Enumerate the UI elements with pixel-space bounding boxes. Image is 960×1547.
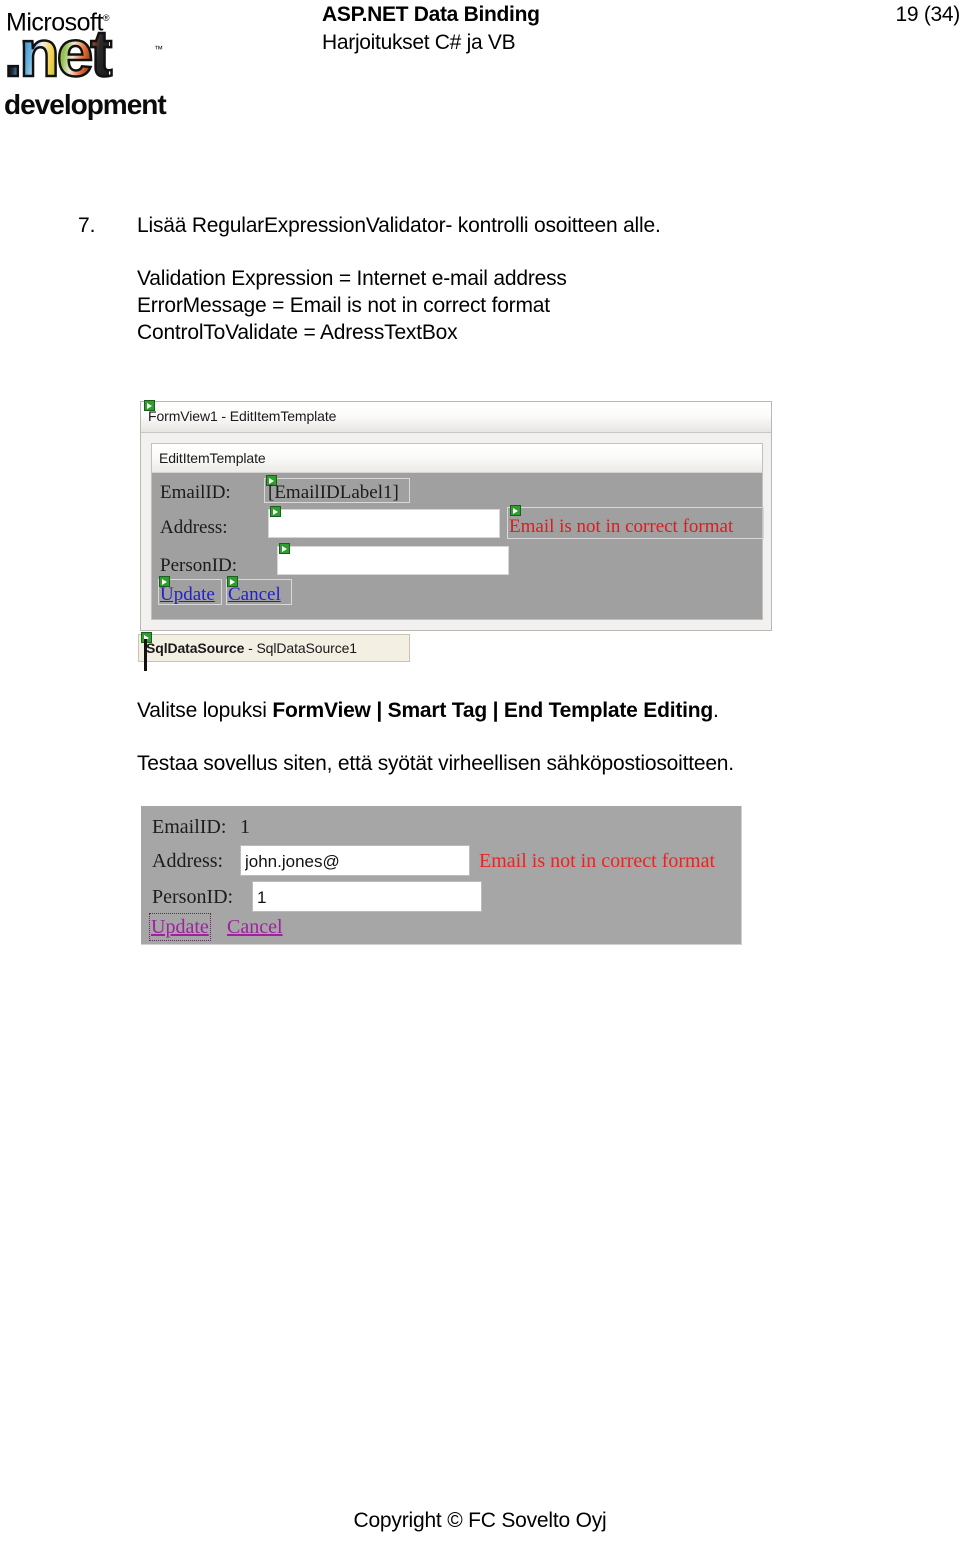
emailid-label-control: [EmailIDLabel1] [268,482,399,503]
logo-dotnet-tm-icon: ™ [154,44,163,54]
visual-studio-designer-screenshot: FormView1 - EditItemTemplate EditItemTem… [140,400,772,631]
browser-personid-input[interactable] [252,881,482,912]
smart-tag-icon[interactable] [270,506,281,517]
designer-row-personid: PersonID: [158,543,762,579]
property-settings-block: Validation Expression = Internet e-mail … [137,265,567,346]
paragraph-finish-template-editing: Valitse lopuksi FormView | Smart Tag | E… [137,697,719,725]
designer-row-commands: Update Cancel [158,576,762,609]
sqldatasource-type: SqlDataSource [146,640,245,656]
step-text: Lisää RegularExpressionValidator- kontro… [137,214,661,237]
emailid-label: EmailID: [160,482,231,503]
update-link[interactable]: Update [160,584,215,606]
browser-address-label: Address: [152,850,224,872]
document-subtitle: Harjoitukset C# ja VB [322,31,516,54]
designer-row-emailid: EmailID: [EmailIDLabel1] [158,475,762,507]
paragraph-finish-menu-path: FormView | Smart Tag | End Template Edit… [272,699,714,722]
personid-textbox[interactable] [277,546,509,575]
sqldatasource-label: SqlDataSource - SqlDataSource1 [146,638,357,658]
formview-panel-header: FormView1 - EditItemTemplate [141,400,771,433]
browser-emailid-label: EmailID: [152,816,227,838]
edit-item-template-title: EditItemTemplate [159,450,266,466]
formview-panel-title: FormView1 - EditItemTemplate [148,408,337,424]
logo-dotnet-mark: .net .net ™ [3,19,172,88]
edit-item-template-panel: EditItemTemplate EmailID: [EmailIDLabel1… [151,443,764,620]
paragraph-test-application: Testaa sovellus siten, että syötät virhe… [137,752,734,775]
browser-update-link[interactable]: Update [149,913,211,941]
address-textbox[interactable] [268,509,500,538]
property-line-validation-expression: Validation Expression = Internet e-mail … [137,267,567,290]
browser-error-message: Email is not in correct format [479,850,716,872]
address-label: Address: [160,517,228,538]
microsoft-dotnet-development-logo: Microsoft® .net .net ™ development [3,4,174,122]
document-title: ASP.NET Data Binding [322,3,540,26]
personid-label: PersonID: [160,555,238,576]
sqldatasource-designer-bar[interactable]: SqlDataSource - SqlDataSource1 [138,632,410,671]
browser-cancel-link[interactable]: Cancel [227,915,283,939]
paragraph-finish-prefix: Valitse lopuksi [137,699,273,722]
cancel-link[interactable]: Cancel [228,584,281,606]
page-number: 19 (34) [895,3,960,26]
edit-item-template-header: EditItemTemplate [152,444,762,473]
browser-personid-label: PersonID: [152,886,234,908]
property-line-error-message: ErrorMessage = Email is not in correct f… [137,294,550,317]
footer-copyright: Copyright © FC Sovelto Oyj [353,1509,607,1532]
designer-row-address: Address: Email is not in correct format [158,505,764,543]
browser-address-input[interactable] [240,845,470,876]
smart-tag-icon[interactable] [279,543,290,554]
page-header: Microsoft® .net .net ™ development ASP.N… [0,0,960,130]
property-line-control-to-validate: ControlToValidate = AdressTextBox [137,321,458,344]
template-design-surface: EmailID: [EmailIDLabel1] Address: Email … [152,473,764,619]
browser-emailid-value: 1 [240,816,250,838]
sqldatasource-id: - SqlDataSource1 [244,640,357,656]
browser-render-screenshot: EmailID: 1 Address: Email is not in corr… [141,806,742,945]
validator-error-message: Email is not in correct format [509,516,734,537]
step-number: 7. [78,214,96,237]
logo-development-text: development [4,89,167,120]
logo-dotnet-outline: .net [3,16,114,90]
paragraph-finish-suffix: . [713,699,719,722]
smart-tag-icon[interactable] [510,505,521,516]
